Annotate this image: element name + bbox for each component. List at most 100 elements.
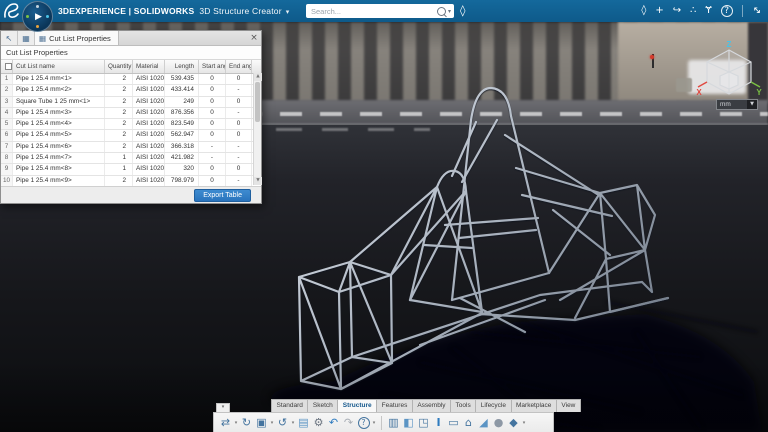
table-scrollbar[interactable]: ▲ ▼ [253,73,261,185]
select-all-checkbox[interactable] [1,60,13,73]
column-header-name[interactable]: Cut List name [13,60,105,73]
cell-material: AISI 1020 [133,130,165,140]
collaboration-icon[interactable]: ▤ [296,415,311,431]
app-title[interactable]: 3DEXPERIENCE | SOLIDWORKS3D Structure Cr… [58,6,289,16]
tab-cut-list-properties[interactable]: ▦ Cut List Properties [35,31,119,45]
scroll-up-icon[interactable]: ▲ [254,73,262,81]
help-icon[interactable]: ? [356,415,371,431]
action-bar-tabs: StandardSketchStructureFeaturesAssemblyT… [271,399,580,412]
tab-structure[interactable]: Structure [337,399,377,412]
cell-length: 421.982 [165,153,199,163]
cut-list-row[interactable]: 6Pipe 1 25.4 mm<5>2AISI 1020562.94700 [1,130,261,141]
cut-list-row[interactable]: 5Pipe 1 25.4 mm<4>2AISI 1020823.54900 [1,119,261,130]
tab-marketplace[interactable]: Marketplace [511,399,557,412]
axis-y-label[interactable]: Y [756,88,762,97]
column-header-start-angle[interactable]: Start angle [199,60,226,73]
cut-list-row[interactable]: 2Pipe 1 25.4 mm<2>2AISI 1020433.4140- [1,85,261,96]
scroll-down-icon[interactable]: ▼ [254,177,262,185]
column-header-length[interactable]: Length [165,60,199,73]
close-icon[interactable]: × [247,31,261,45]
cut-list-row[interactable]: 4Pipe 1 25.4 mm<3>2AISI 1020876.3560- [1,108,261,119]
cell-start: 0 [199,85,226,95]
cell-num: 2 [1,85,13,95]
undo-icon[interactable]: ↶ [326,415,341,431]
apps-icon-caret[interactable]: ▾ [521,420,527,426]
cut-list-row[interactable]: 3Square Tube 1 25 mm<1>2AISI 102024900 [1,97,261,108]
cell-end: 0 [226,74,252,84]
brand-text: 3DEXPERIENCE | SOLIDWORKS [58,6,194,16]
cell-name: Pipe 1 25.4 mm<9> [13,176,105,186]
cut-list-row[interactable]: 1Pipe 1 25.4 mm<1>2AISI 1020539.43500 [1,74,261,85]
tab-view[interactable]: View [556,399,581,412]
view-cube[interactable]: Z X Y [694,40,764,100]
column-header-quantity[interactable]: Quantity [105,60,133,73]
select-tool-icon[interactable]: ↖ [1,31,18,45]
cell-num: 4 [1,108,13,118]
chevron-down-icon: ▾ [286,8,290,16]
apps-icon[interactable]: ◆ [506,415,521,431]
search-icon[interactable] [437,7,446,16]
tab-assembly[interactable]: Assembly [412,399,451,412]
save-icon[interactable]: ▣ [254,415,269,431]
tab-standard[interactable]: Standard [271,399,308,412]
help-icon-caret[interactable]: ▾ [371,420,377,426]
table-tool-icon[interactable]: ▦ [18,31,35,45]
column-header-material[interactable]: Material [133,60,165,73]
tag-icon[interactable]: ◊ [641,0,646,22]
cell-qty: 2 [105,142,133,152]
cell-end: - [226,108,252,118]
search-options-caret-icon[interactable]: ▾ [448,8,451,15]
settings-gear-icon[interactable]: ⚙ [311,415,326,431]
cut-list-row[interactable]: 8Pipe 1 25.4 mm<7>1AISI 1020421.982-- [1,153,261,164]
export-table-button[interactable]: Export Table [194,189,251,202]
workbench-icon[interactable]: ⌂ [461,415,476,431]
catalog-icon[interactable]: ▥ [386,415,401,431]
sync-icon[interactable]: ↻ [239,415,254,431]
wedge-icon[interactable]: ◢ [476,415,491,431]
tab-features[interactable]: Features [376,399,413,412]
add-icon[interactable]: + [655,0,663,22]
cell-name: Pipe 1 25.4 mm<1> [13,74,105,84]
tab-tools[interactable]: Tools [450,399,476,412]
cut-list-row[interactable]: 10Pipe 1 25.4 mm<9>2AISI 1020798.9790- [1,176,261,186]
3dcompass-icon[interactable]: ▶ [22,1,53,32]
search-bar[interactable]: ▾ [306,4,454,18]
share-icon[interactable]: ↪ [673,0,681,22]
scrollbar-thumb[interactable] [255,82,260,122]
cell-qty: 2 [105,74,133,84]
axis-x-label[interactable]: X [696,88,702,97]
sphere-icon[interactable]: ● [491,415,506,431]
toolbar-collapse-button[interactable]: ▾ [216,403,230,412]
cell-end: 0 [226,130,252,140]
panel-footer: Export Table [1,186,261,203]
cell-num: 6 [1,130,13,140]
cell-length: 433.414 [165,85,199,95]
redo-icon[interactable]: ↷ [341,415,356,431]
box-primitive-icon[interactable]: ◧ [401,415,416,431]
cell-name: Pipe 1 25.4 mm<2> [13,85,105,95]
cell-name: Pipe 1 25.4 mm<6> [13,142,105,152]
section-box-icon[interactable]: ◳ [416,415,431,431]
table-body: 1Pipe 1 25.4 mm<1>2AISI 1020539.435002Pi… [1,74,261,186]
update-icon[interactable]: ↺ [275,415,290,431]
cell-length: 823.549 [165,119,199,129]
import-export-icon[interactable]: ⇄ [218,415,233,431]
6wtags-icon[interactable]: ◊ [460,4,465,18]
design-apps-icon[interactable]: Ɏ [706,0,712,22]
cell-end: - [226,142,252,152]
community-icon[interactable]: ∴ [690,0,696,22]
tab-lifecycle[interactable]: Lifecycle [475,399,511,412]
frame-display-icon[interactable]: ▭ [446,415,461,431]
column-header-end-angle[interactable]: End angle [226,60,252,73]
cell-length: 562.947 [165,130,199,140]
collapse-window-icon[interactable]: ↔ [745,0,766,21]
search-input[interactable] [306,7,437,16]
units-dropdown[interactable]: mm ▼ [716,99,758,110]
axis-z-label[interactable]: Z [727,40,732,49]
help-icon[interactable]: ? [721,5,733,17]
cut-list-row[interactable]: 7Pipe 1 25.4 mm<6>2AISI 1020366.318-- [1,142,261,153]
cell-length: 876.356 [165,108,199,118]
cut-list-row[interactable]: 9Pipe 1 25.4 mm<8>1AISI 102032000 [1,164,261,175]
beam-icon[interactable]: I [431,415,446,431]
tab-sketch[interactable]: Sketch [307,399,338,412]
